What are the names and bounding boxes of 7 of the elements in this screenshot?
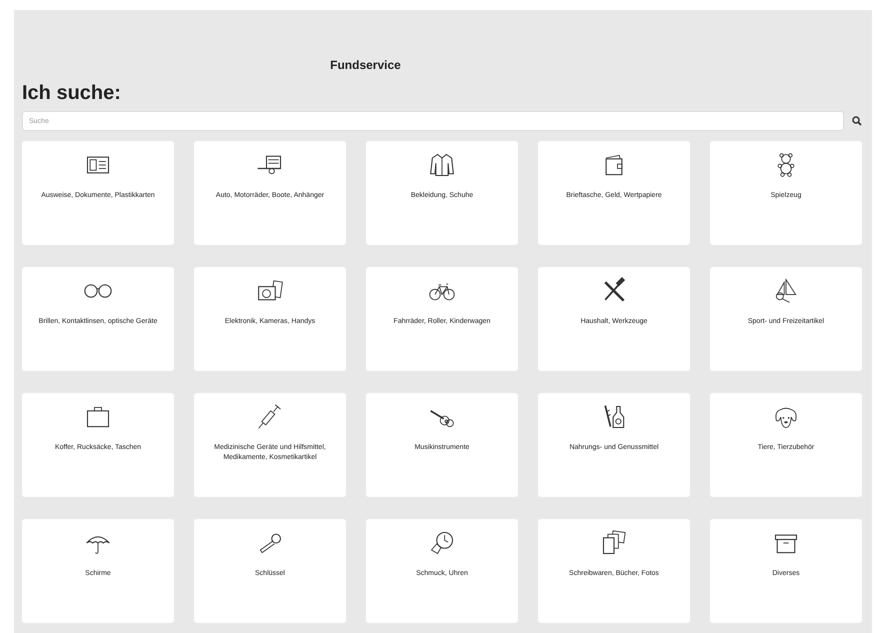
books-icon (600, 529, 628, 557)
search-button[interactable] (850, 114, 864, 128)
search-icon (850, 114, 864, 128)
search-heading: Ich suche: (22, 82, 122, 105)
clock-icon (428, 529, 456, 557)
jacket-icon (428, 151, 456, 179)
page-title: Fundservice (330, 58, 401, 74)
